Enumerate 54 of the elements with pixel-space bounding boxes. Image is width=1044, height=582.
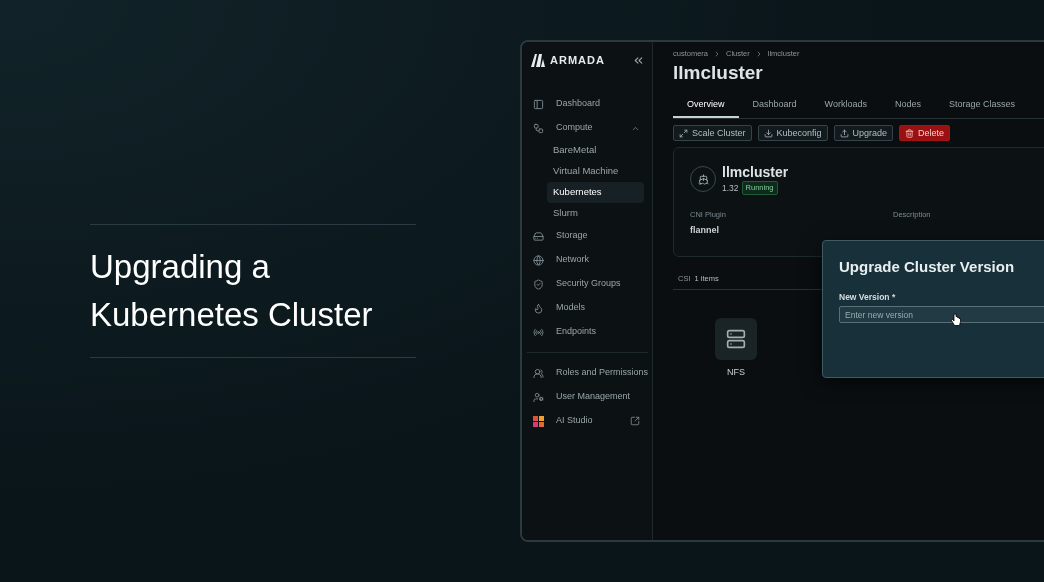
dialog-title: Upgrade Cluster Version (839, 257, 1016, 277)
sidebar-subitem[interactable]: Slurm (547, 203, 644, 224)
grid-logo-icon (533, 415, 544, 427)
sidebar-item[interactable]: Security Groups (552, 277, 625, 291)
broadcast-icon (533, 326, 544, 338)
tab[interactable]: Storage Classes (934, 93, 1029, 119)
sidebar-item[interactable]: Models (552, 301, 589, 315)
sidebar-item[interactable]: Network (552, 253, 593, 267)
nodes-icon (533, 122, 544, 134)
storage-name: NFS (727, 366, 745, 380)
sidebar-item[interactable]: AI Studio (552, 414, 597, 428)
external-link-icon[interactable] (630, 416, 640, 426)
headline: Kubernetes Cluster (90, 295, 374, 335)
server-icon (533, 230, 544, 242)
tab[interactable]: Overview (673, 93, 739, 119)
field-value: flannel (690, 223, 720, 237)
tab[interactable]: Dashboard (738, 93, 811, 119)
cluster-version: 1.32 (722, 181, 739, 195)
page-title: llmcluster (673, 61, 764, 86)
sidebar-subitem[interactable]: Virtual Machine (547, 161, 644, 182)
panel-icon (533, 98, 544, 110)
flame-icon (533, 302, 544, 314)
pointer-cursor-icon (951, 313, 962, 328)
headline: Upgrading a (90, 247, 271, 287)
field-label: New Version * (839, 290, 897, 304)
logo-icon (530, 53, 546, 67)
server-icon (726, 329, 746, 350)
sidebar-item[interactable]: Endpoints (552, 325, 601, 339)
expand-icon (679, 128, 688, 138)
sidebar-subitem[interactable]: Kubernetes (547, 182, 644, 203)
users-icon (533, 367, 544, 379)
tab[interactable]: Nodes (880, 93, 935, 119)
action-button[interactable]: Upgrade (833, 125, 894, 142)
cluster-name: llmcluster (722, 164, 789, 182)
action-button[interactable]: Delete (899, 125, 951, 142)
sidebar-item[interactable]: Compute (552, 121, 597, 135)
tab[interactable]: Workloads (810, 93, 881, 119)
storage-tile[interactable] (715, 318, 757, 361)
brand-name: ARMADA (550, 52, 605, 68)
sidebar-item[interactable]: Dashboard (552, 97, 605, 111)
sidebar-item[interactable]: Roles and Permissions (552, 366, 653, 380)
sidebar-item[interactable]: User Management (552, 390, 635, 404)
upload-icon (839, 128, 849, 138)
download-icon (763, 128, 773, 138)
version-input[interactable]: Enter new version (839, 306, 1044, 324)
trash-icon (905, 128, 915, 138)
chevron-right-icon (713, 49, 721, 58)
sidebar-item[interactable]: Storage (552, 229, 592, 243)
action-button[interactable]: Kubeconfig (757, 125, 828, 142)
sidebar-subitem[interactable]: BareMetal (547, 140, 644, 161)
action-button[interactable]: Scale Cluster (673, 125, 752, 142)
user-gear-icon (533, 391, 544, 403)
shield-icon (533, 278, 544, 290)
globe-icon (533, 254, 544, 266)
